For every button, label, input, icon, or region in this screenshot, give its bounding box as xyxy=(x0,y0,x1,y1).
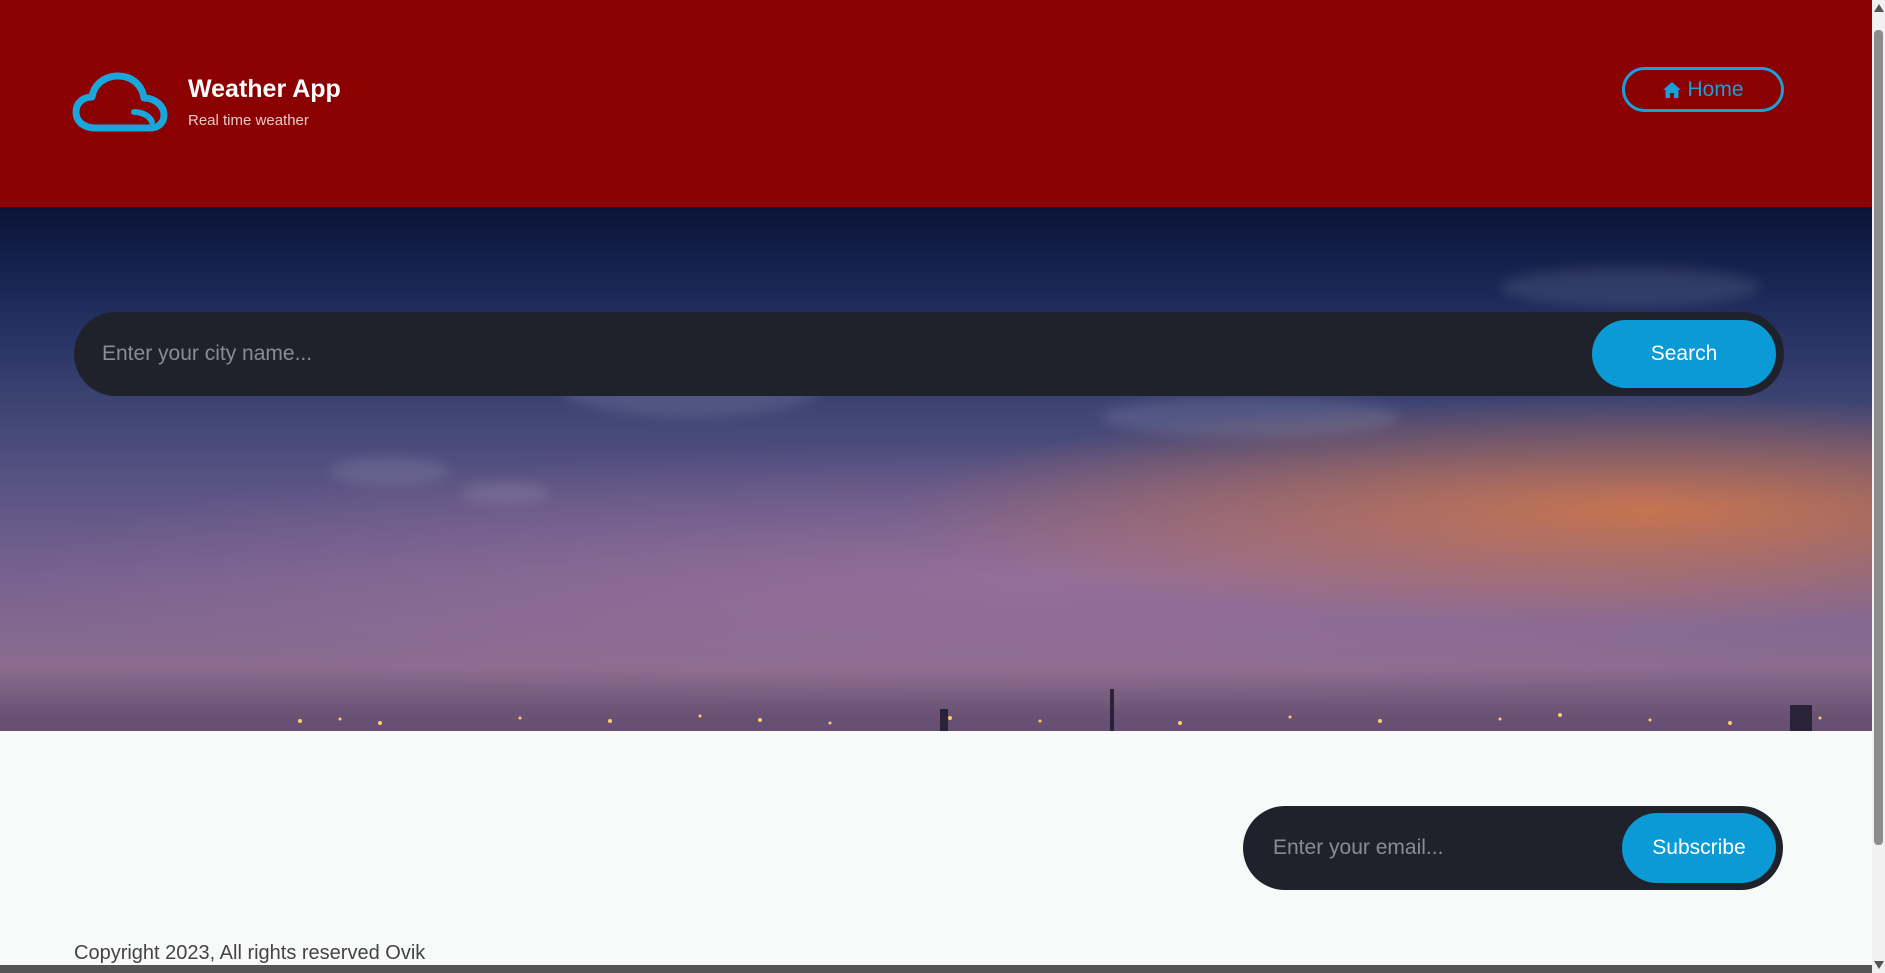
home-button[interactable]: Home xyxy=(1622,67,1784,112)
hero-banner: Search xyxy=(0,207,1872,731)
search-bar: Search xyxy=(74,312,1784,396)
cloud-icon xyxy=(72,72,168,132)
hero-cloud xyxy=(1100,397,1400,437)
hero-cloud xyxy=(330,457,450,485)
site-header: Weather App Real time weather Home xyxy=(0,0,1872,207)
subscribe-form: Subscribe xyxy=(1243,806,1783,890)
scrollbar-thumb[interactable] xyxy=(1874,30,1883,845)
copyright-text: Copyright 2023, All rights reserved Ovik xyxy=(74,942,426,964)
search-button[interactable]: Search xyxy=(1592,320,1776,388)
home-icon xyxy=(1663,81,1682,98)
city-search-input[interactable] xyxy=(102,334,1602,374)
site-footer: Subscribe Copyright 2023, All rights res… xyxy=(0,731,1872,966)
home-button-label: Home xyxy=(1687,77,1744,101)
brand-text: Weather App Real time weather xyxy=(188,74,341,131)
app-title: Weather App xyxy=(188,75,341,103)
vertical-scrollbar[interactable] xyxy=(1872,0,1885,973)
hero-cloud xyxy=(1500,267,1760,307)
page: Weather App Real time weather Home Enter… xyxy=(0,0,1885,973)
city-skyline xyxy=(0,689,1872,731)
hero-cloud xyxy=(460,482,550,504)
subscribe-button[interactable]: Subscribe xyxy=(1622,813,1776,883)
brand[interactable]: Weather App Real time weather xyxy=(72,72,341,134)
scroll-up-arrow-icon[interactable] xyxy=(1874,4,1884,12)
email-input[interactable] xyxy=(1273,828,1603,868)
horizontal-scrollbar[interactable] xyxy=(0,965,1872,973)
scroll-down-arrow-icon[interactable] xyxy=(1874,961,1884,969)
app-tagline: Real time weather xyxy=(188,112,309,129)
